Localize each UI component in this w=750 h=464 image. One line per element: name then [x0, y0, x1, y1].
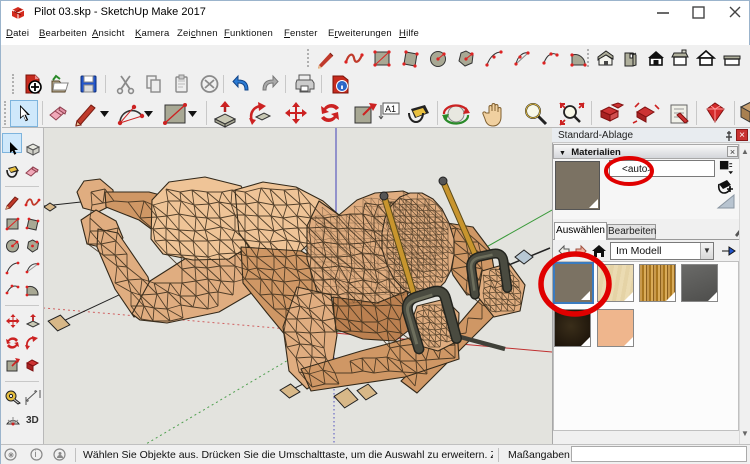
svg-text:3D: 3D: [26, 415, 39, 426]
svg-text:A1: A1: [385, 104, 396, 114]
